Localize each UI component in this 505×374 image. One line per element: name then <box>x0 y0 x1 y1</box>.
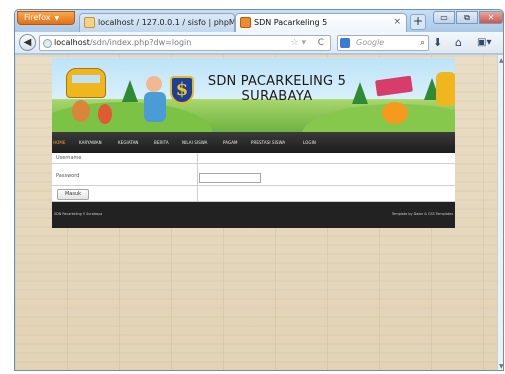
address-bar[interactable]: localhost/sdn/index.php?dw=login ☆ ▾ C <box>39 35 331 51</box>
menu-item-pagam[interactable]: PAGAM <box>223 132 238 153</box>
child-illustration <box>98 104 112 124</box>
menu-item-berita[interactable]: BERITA <box>154 132 169 153</box>
tab-strip: Firefox ▼ localhost / 127.0.0.1 / sisfo |… <box>15 10 503 32</box>
tab-title: localhost / 127.0.0.1 / sisfo | phpMyA..… <box>98 18 235 27</box>
new-tab-button[interactable]: + <box>410 14 426 30</box>
child-illustration <box>436 72 455 106</box>
navigation-toolbar: ◀ localhost/sdn/index.php?dw=login ☆ ▾ C… <box>15 32 503 54</box>
search-placeholder: Google <box>356 38 385 47</box>
site-footer: SDN Pacarkeling 5 Surabaya Template by D… <box>52 202 455 228</box>
vertical-scrollbar[interactable]: ▲ ▼ <box>497 55 503 370</box>
footer-copyright: SDN Pacarkeling 5 Surabaya <box>54 212 103 216</box>
child-illustration <box>72 100 90 122</box>
school-bus-illustration <box>66 68 106 98</box>
menu-icon[interactable]: ▣▾ <box>477 35 491 51</box>
username-label: Username <box>56 155 82 161</box>
column-divider <box>197 153 198 202</box>
scroll-down-icon[interactable]: ▼ <box>499 363 503 370</box>
tab-phpmyadmin[interactable]: localhost / 127.0.0.1 / sisfo | phpMyA..… <box>79 13 235 32</box>
tab-sdn-pacarkeling[interactable]: SDN Pacarkeling 5 × <box>235 13 407 32</box>
site-menu: HOME KARYAWAN KEGIATAN BERITA NILAI SISW… <box>52 132 455 153</box>
browser-window: Firefox ▼ localhost / 127.0.0.1 / sisfo |… <box>14 9 504 371</box>
back-icon[interactable]: ◀ <box>19 34 36 51</box>
search-input[interactable]: Google ⌕ <box>337 35 429 51</box>
url-host: localhost <box>54 38 90 47</box>
maximize-button[interactable]: ⧉ <box>456 11 478 24</box>
banner-tree <box>122 80 138 102</box>
scroll-up-icon[interactable]: ▲ <box>499 57 503 64</box>
site-title: SDN PACARKELING 5 <box>207 74 347 89</box>
firefox-menu-button[interactable]: Firefox ▼ <box>17 11 75 25</box>
row-divider <box>52 163 455 164</box>
globe-icon <box>43 39 52 48</box>
menu-item-login[interactable]: LOGIN <box>303 132 316 153</box>
site-favicon-icon <box>240 17 251 28</box>
tab-close-icon[interactable]: × <box>393 14 401 31</box>
menu-item-kegiatan[interactable]: KEGIATAN <box>118 132 139 153</box>
minimize-button[interactable]: ▭ <box>433 11 455 24</box>
url-path: /sdn/index.php?dw=login <box>89 38 192 47</box>
menu-item-karyawan[interactable]: KARYAWAN <box>79 132 102 153</box>
login-form: Username Password Masuk <box>52 153 455 202</box>
banner-hill <box>302 104 455 132</box>
phpmyadmin-favicon-icon <box>84 17 95 28</box>
child-illustration <box>144 92 166 122</box>
reload-icon[interactable]: C <box>318 36 324 50</box>
site-container: $ SDN PACARKELING 5 SURABAYA HOME KARYAW… <box>52 58 455 228</box>
child-illustration <box>382 102 408 124</box>
footer-credit: Template by Dawn & CSS Templates <box>391 212 453 216</box>
search-icon[interactable]: ⌕ <box>420 36 425 50</box>
site-banner: $ SDN PACARKELING 5 SURABAYA <box>52 58 455 132</box>
school-logo-icon: $ <box>170 76 194 104</box>
download-icon[interactable]: ⬇ <box>433 35 442 51</box>
menu-item-home[interactable]: HOME <box>53 132 66 153</box>
row-divider <box>52 185 455 186</box>
page-viewport: $ SDN PACARKELING 5 SURABAYA HOME KARYAW… <box>15 55 497 370</box>
login-submit-button[interactable]: Masuk <box>57 189 89 200</box>
site-subtitle: SURABAYA <box>241 89 313 104</box>
menu-item-nilai-siswa[interactable]: NILAI SISWA <box>182 132 208 153</box>
book-illustration <box>375 75 413 97</box>
close-window-button[interactable]: ✕ <box>479 11 503 24</box>
child-illustration <box>146 76 162 92</box>
menu-item-prestasi-siswa[interactable]: PRESTASI SISWA <box>251 132 285 153</box>
bookmark-star-icon[interactable]: ☆ ▾ <box>291 36 306 50</box>
password-field[interactable] <box>199 173 261 183</box>
search-engine-icon[interactable] <box>340 38 350 48</box>
tab-title: SDN Pacarkeling 5 <box>254 18 328 27</box>
home-icon[interactable]: ⌂ <box>455 35 462 51</box>
password-label: Password <box>56 173 80 179</box>
